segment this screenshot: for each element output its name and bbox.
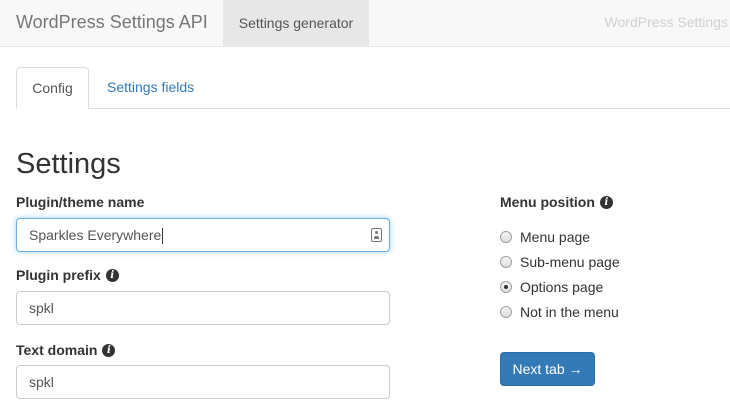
plugin-prefix-label-text: Plugin prefix	[16, 267, 101, 283]
radio-options-page[interactable]: Options page	[500, 279, 603, 295]
plugin-name-label: Plugin/theme name	[16, 194, 144, 210]
radio-button[interactable]	[500, 231, 512, 243]
radio-label: Menu page	[520, 229, 591, 245]
radio-label: Sub-menu page	[520, 254, 620, 270]
plugin-prefix-value: spkl	[29, 300, 54, 316]
plugin-prefix-label: Plugin prefix i	[16, 267, 119, 283]
tab-config[interactable]: Config	[16, 67, 89, 109]
info-circle-icon[interactable]: i	[102, 343, 116, 357]
navbar-brand[interactable]: WordPress Settings API	[16, 12, 208, 33]
text-domain-label-text: Text domain	[16, 342, 98, 358]
text-domain-input[interactable]: spkl	[16, 365, 390, 399]
top-navbar: WordPress Settings API Settings generato…	[0, 0, 730, 47]
nav-item-settings-generator[interactable]: Settings generator	[223, 0, 369, 47]
radio-not-in-menu[interactable]: Not in the menu	[500, 304, 619, 320]
radio-button-checked[interactable]	[500, 281, 512, 293]
radio-label: Not in the menu	[520, 304, 619, 320]
plugin-name-input[interactable]: Sparkles Everywhere	[16, 218, 390, 252]
radio-label: Options page	[520, 279, 604, 295]
info-circle-icon[interactable]: i	[599, 195, 613, 209]
next-tab-button[interactable]: Next tab →	[500, 352, 595, 386]
text-caret	[162, 228, 164, 245]
plugin-name-value: Sparkles Everywhere	[29, 227, 162, 243]
radio-button[interactable]	[500, 306, 512, 318]
plugin-prefix-input[interactable]: spkl	[16, 291, 390, 325]
radio-sub-menu-page[interactable]: Sub-menu page	[500, 254, 620, 270]
radio-button[interactable]	[500, 256, 512, 268]
info-circle-icon[interactable]: i	[105, 268, 119, 282]
text-domain-label: Text domain i	[16, 342, 116, 358]
tab-settings-fields[interactable]: Settings fields	[92, 67, 209, 109]
contact-card-icon[interactable]	[371, 228, 382, 242]
menu-position-label-text: Menu position	[500, 194, 595, 210]
radio-menu-page[interactable]: Menu page	[500, 229, 590, 245]
page-title: Settings	[16, 148, 121, 180]
plugin-name-label-text: Plugin/theme name	[16, 194, 145, 210]
text-domain-value: spkl	[29, 374, 54, 390]
nav-item-wordpress-settings[interactable]: WordPress Settings	[605, 14, 728, 30]
menu-position-label: Menu position i	[500, 194, 613, 210]
config-tabs: Config Settings fields	[16, 67, 730, 109]
